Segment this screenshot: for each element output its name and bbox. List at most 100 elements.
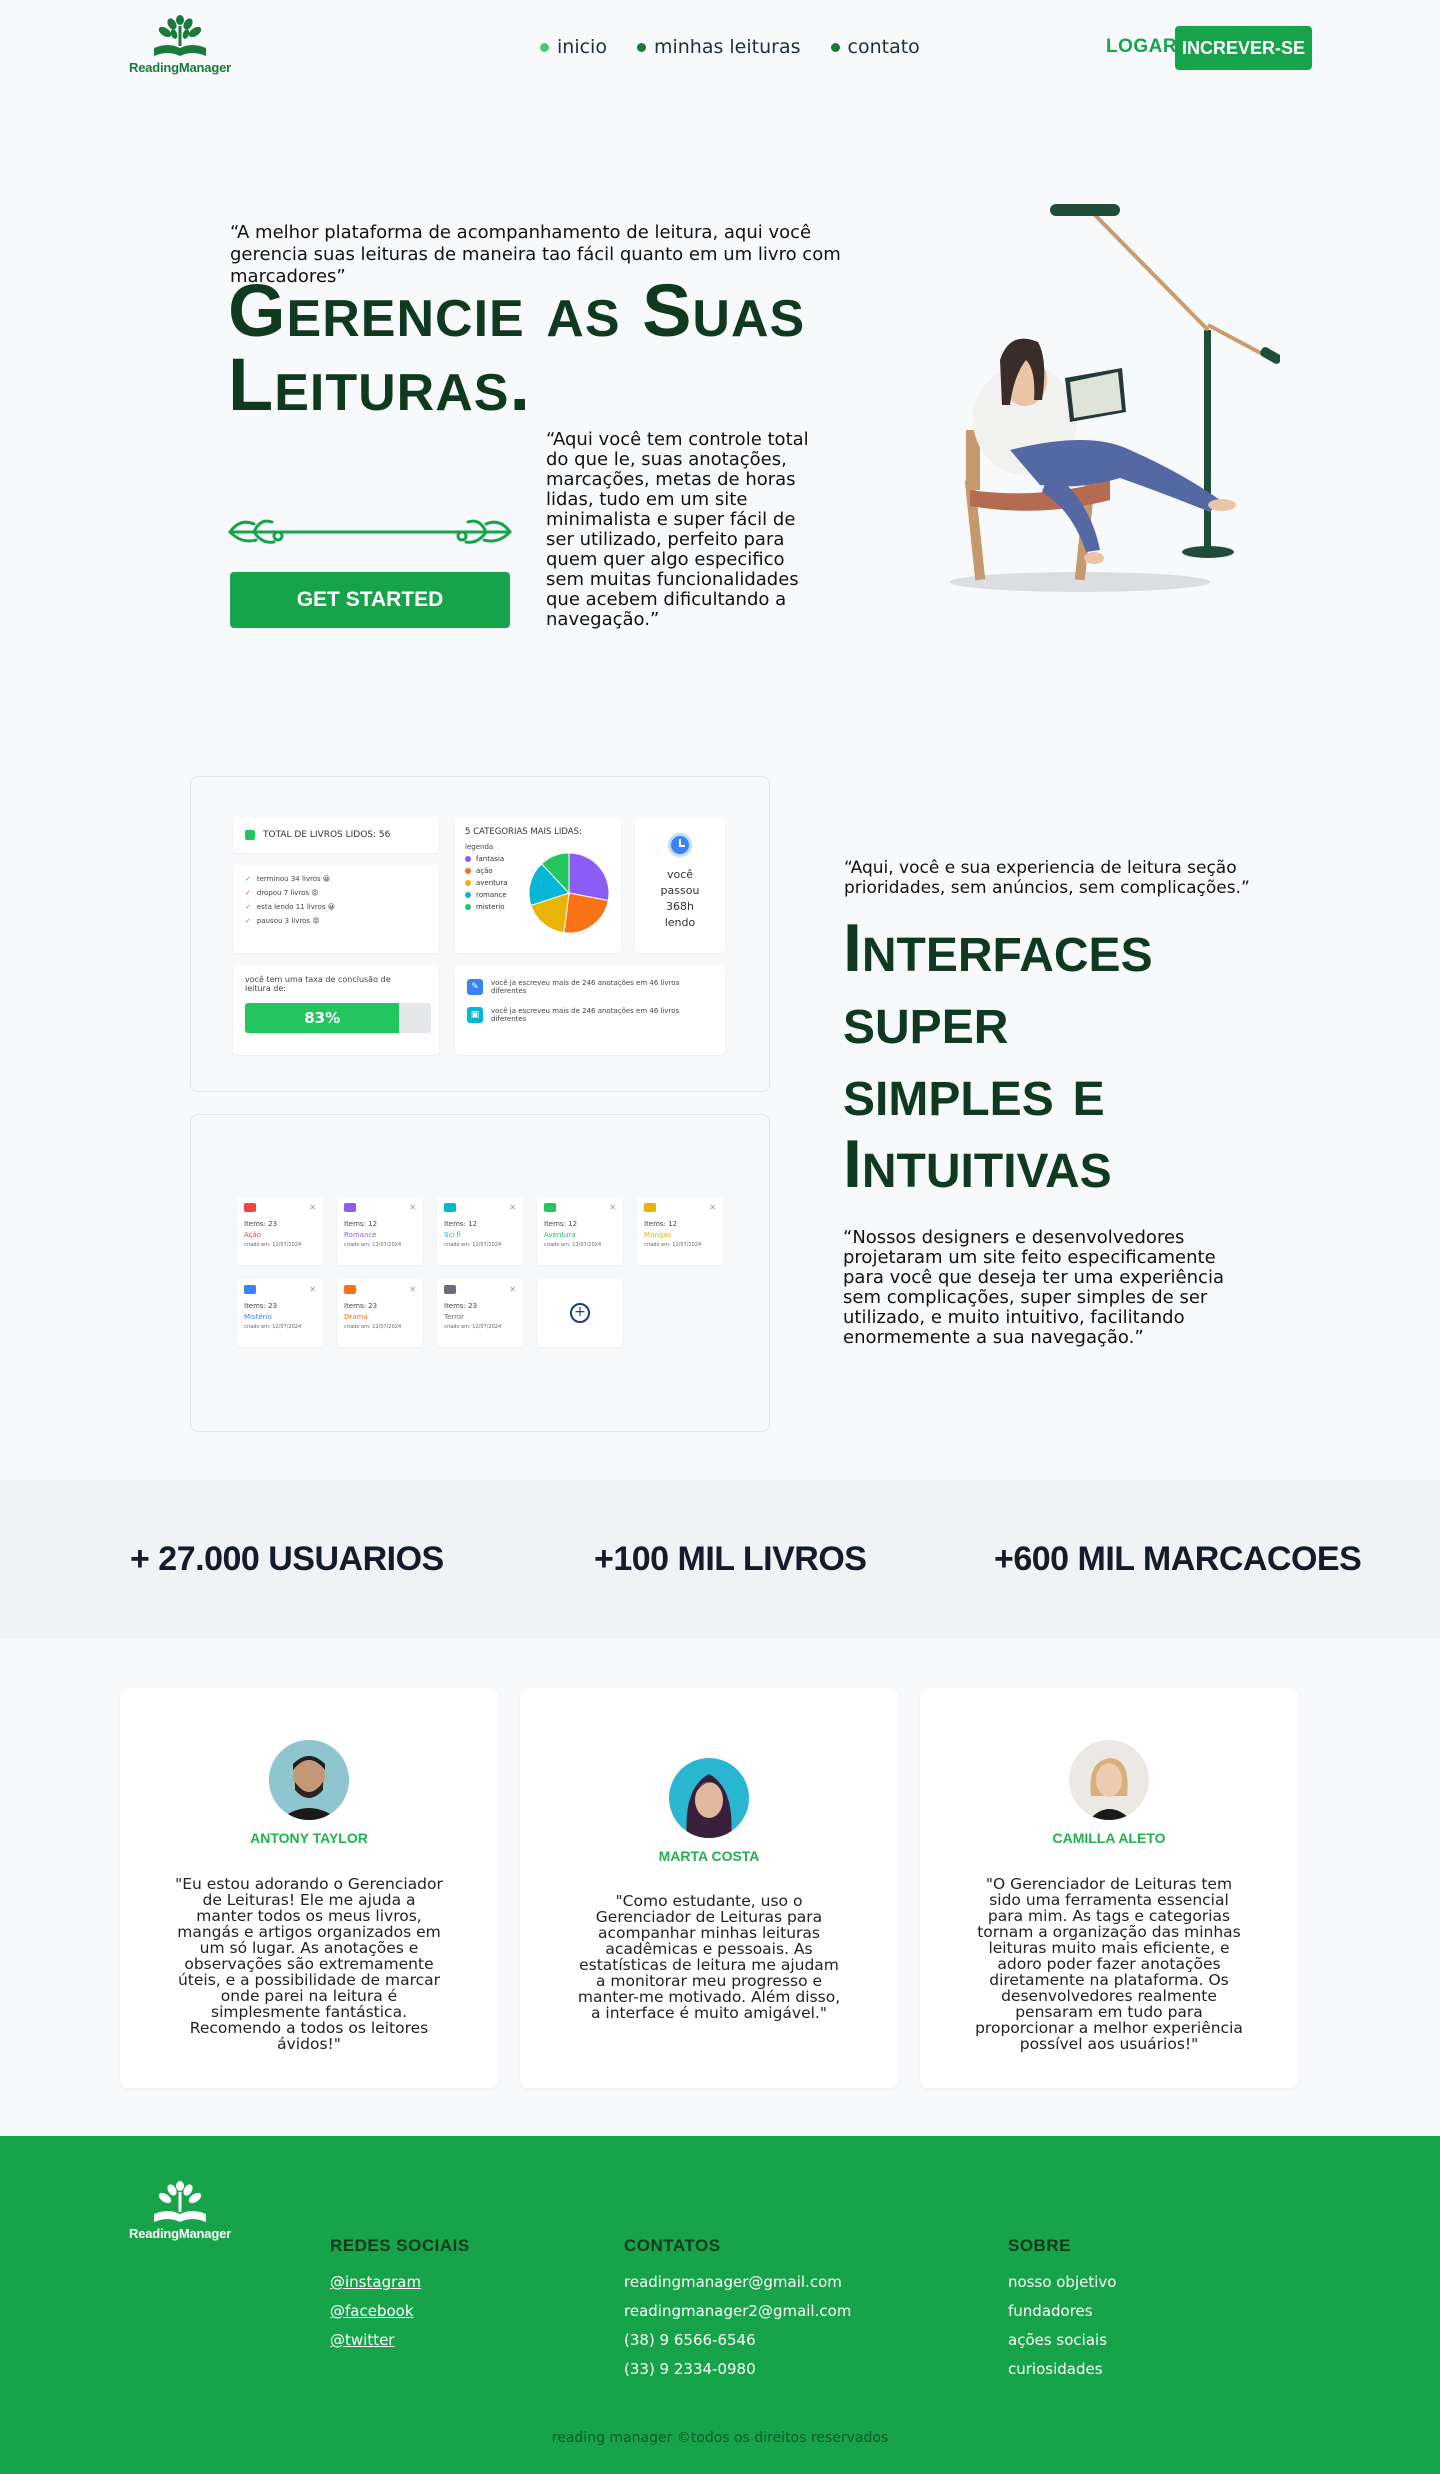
folder-icon	[444, 1285, 456, 1294]
time-text: você	[666, 868, 694, 881]
total-books-label: TOTAL DE LIVROS LIDOS: 56	[263, 830, 391, 840]
folder-items: Items: 23	[244, 1220, 278, 1228]
footer-link-fundadores[interactable]: fundadores	[1008, 2303, 1116, 2320]
time-card: você passou 368h lendo	[635, 817, 725, 953]
folder-card[interactable]: ✕ Items: 12 Romance criado em: 12/07/2024	[337, 1197, 423, 1265]
status-card: ✓ terminou 34 livros 😀 ✓ dropou 7 livros 😡…	[233, 865, 439, 953]
nav-item-contato[interactable]: contato	[830, 36, 920, 58]
hero-title-line: Leituras.	[228, 343, 531, 426]
notes-row: ✎ você ja escreveu mais de 246 anotações …	[467, 979, 713, 995]
status-text: pausou 3 livros 😡	[256, 917, 320, 925]
folder-date: criado em: 12/07/2024	[544, 1242, 602, 1248]
footer-link-twitter[interactable]: @twitter	[330, 2332, 470, 2349]
footer-link-acoes[interactable]: ações sociais	[1008, 2332, 1116, 2349]
nav-item-inicio[interactable]: inicio	[540, 36, 607, 58]
time-text: lendo	[664, 916, 696, 929]
status-row: ✓ dropou 7 livros 😡	[245, 889, 427, 897]
nav-label: inicio	[557, 36, 607, 58]
close-icon[interactable]: ✕	[709, 1203, 716, 1212]
footer-contact-email[interactable]: readingmanager2@gmail.com	[624, 2303, 851, 2320]
folder-date: criado em: 12/07/2024	[444, 1324, 502, 1330]
folder-genre: Mangás	[644, 1231, 672, 1239]
folder-icon	[244, 1203, 256, 1212]
close-icon[interactable]: ✕	[409, 1203, 416, 1212]
pencil-icon: ✎	[467, 979, 483, 995]
folder-genre: Mistério	[244, 1313, 272, 1321]
footer-heading: CONTATOS	[624, 2236, 721, 2255]
close-icon[interactable]: ✕	[309, 1285, 316, 1294]
nav-item-minhas-leituras[interactable]: minhas leituras	[636, 36, 801, 58]
testimonial-text: "O Gerenciador de Leituras tem sido uma …	[975, 1875, 1243, 2053]
folder-items: Items: 12	[344, 1220, 378, 1228]
hero-title: Gerencie as Suas Leituras.	[228, 274, 828, 422]
stat-marks: +600 MIL MARCACOES	[994, 1540, 1362, 1578]
time-text: 368h	[666, 900, 694, 913]
nav-label: contato	[847, 36, 920, 58]
legend-dot-icon	[465, 856, 471, 862]
close-icon[interactable]: ✕	[309, 1203, 316, 1212]
folder-card[interactable]: ✕ Items: 23 Drama criado em: 12/07/2024	[337, 1279, 423, 1347]
clock-icon	[668, 833, 692, 857]
footer-link-curiosidades[interactable]: curiosidades	[1008, 2361, 1116, 2378]
footer-contact-email[interactable]: readingmanager@gmail.com	[624, 2274, 851, 2291]
folder-items: Items: 23	[444, 1302, 478, 1310]
folder-genre: Terror	[444, 1313, 465, 1321]
folder-date: criado em: 12/07/2024	[244, 1242, 302, 1248]
nav-dot-icon	[636, 42, 646, 52]
hero-title-line: Gerencie as Suas	[228, 269, 806, 352]
woman-reading-illustration	[950, 204, 1280, 592]
footer-link-instagram[interactable]: @instagram	[330, 2274, 470, 2291]
footer-contact-phone[interactable]: (33) 9 2334-0980	[624, 2361, 851, 2378]
notes-text: você ja escreveu mais de 246 anotações e…	[491, 979, 680, 995]
folder-icon	[644, 1203, 656, 1212]
add-folder-button[interactable]: +	[537, 1279, 623, 1347]
total-books-card: TOTAL DE LIVROS LIDOS: 56	[233, 817, 439, 853]
interfaces-title-line: Interfaces	[843, 910, 1153, 986]
folder-card[interactable]: ✕ Items: 23 Terror criado em: 12/07/2024	[437, 1279, 523, 1347]
legend-dot-icon	[465, 892, 471, 898]
folder-items: Items: 23	[244, 1302, 278, 1310]
legend-dot-icon	[465, 904, 471, 910]
folder-card[interactable]: ✕ Items: 12 Sci fi criado em: 12/07/2024	[437, 1197, 523, 1265]
footer-contact-phone[interactable]: (38) 9 6566-6546	[624, 2332, 851, 2349]
footer-link-facebook[interactable]: @facebook	[330, 2303, 470, 2320]
folder-icon	[444, 1203, 456, 1212]
testimonial-card: ANTONY TAYLOR "Eu estou adorando o Geren…	[120, 1688, 498, 2088]
brand-logo[interactable]: ReadingManager	[128, 14, 232, 75]
check-icon: ✓	[245, 875, 251, 883]
signup-button[interactable]: INCREVER-SE	[1175, 26, 1312, 70]
close-icon[interactable]: ✕	[609, 1203, 616, 1212]
brand-name: ReadingManager	[129, 2226, 231, 2241]
check-icon: ✓	[245, 903, 251, 911]
footer-link-objetivo[interactable]: nosso objetivo	[1008, 2274, 1116, 2291]
notes-text: você ja escreveu mais de 246 anotações e…	[491, 1007, 680, 1023]
folder-icon	[344, 1285, 356, 1294]
status-text: terminou 34 livros 😀	[256, 875, 331, 883]
close-icon[interactable]: ✕	[409, 1285, 416, 1294]
avatar-photo	[269, 1740, 349, 1820]
login-link[interactable]: LOGAR	[1106, 36, 1177, 58]
interfaces-description: “Nossos designers e desenvolvedores proj…	[843, 1227, 1224, 1348]
legend-label: ação	[476, 867, 493, 875]
tree-book-icon	[154, 2181, 206, 2222]
folder-card[interactable]: ✕ Items: 12 Mangás criado em: 12/07/2024	[637, 1197, 723, 1265]
vine-divider-icon	[228, 519, 512, 544]
interfaces-title: Interfaces super simples e Intuitivas	[843, 912, 1263, 1200]
close-icon[interactable]: ✕	[509, 1285, 516, 1294]
footer-contacts: CONTATOS readingmanager@gmail.com readin…	[624, 2236, 851, 2390]
completion-card: você tem uma taxa de conclusão de leitur…	[233, 965, 439, 1055]
footer-heading: SOBRE	[1008, 2236, 1071, 2255]
stats-band: + 27.000 USUARIOS +100 MIL LIVROS +600 M…	[0, 1480, 1440, 1638]
brand-name: ReadingManager	[129, 60, 231, 75]
footer-logo[interactable]: ReadingManager	[128, 2180, 232, 2241]
close-icon[interactable]: ✕	[509, 1203, 516, 1212]
folder-card[interactable]: ✕ Items: 23 Mistério criado em: 12/07/2024	[237, 1279, 323, 1347]
folder-items: Items: 12	[444, 1220, 478, 1228]
nav-label: minhas leituras	[653, 36, 801, 58]
testimonial-text: "Como estudante, uso o Gerenciador de Le…	[577, 1892, 841, 2022]
folders-preview: ✕ Items: 23 Ação criado em: 12/07/2024 ✕ Item…	[190, 1114, 770, 1432]
get-started-button[interactable]: GET STARTED	[230, 572, 510, 628]
folder-card[interactable]: ✕ Items: 12 Aventura criado em: 12/07/2024	[537, 1197, 623, 1265]
folder-card[interactable]: ✕ Items: 23 Ação criado em: 12/07/2024	[237, 1197, 323, 1265]
folder-genre: Ação	[244, 1231, 262, 1239]
